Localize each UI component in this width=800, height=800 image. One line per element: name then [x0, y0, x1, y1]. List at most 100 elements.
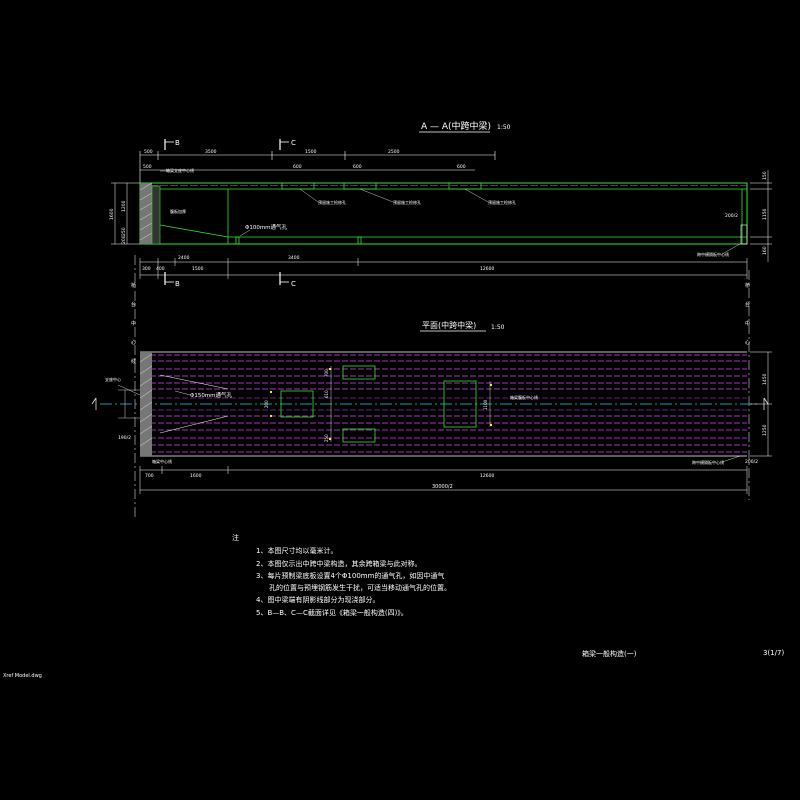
plan-haunch-top: [159, 374, 229, 390]
section-top-dim-2: 1500: [305, 149, 317, 155]
plan-title: 平面(中跨中梁): [422, 320, 476, 330]
file-name: Xref Model.dwg: [3, 673, 42, 679]
plan-inner-dim-2: 250: [324, 434, 329, 442]
sheet-number: 3(1/7): [763, 649, 785, 657]
notes-block: 注 1、本图尺寸均以毫米计。 2、本图仅示出中跨中梁构造，其余跨箱梁与此对称。 …: [232, 532, 592, 619]
section-bottom-dim-5: 12600: [480, 266, 494, 272]
section-label-hole3: 预留施工检修孔: [488, 199, 516, 205]
plan-inner-dim-0: 700: [324, 369, 329, 377]
plan-inner-dim-4: 1100: [483, 399, 488, 410]
cut-c-top-label: C: [291, 139, 296, 147]
section-left-dim-3: 200: [121, 235, 127, 244]
plan-total-dim: 30000/2: [432, 484, 453, 490]
section-top-dim-1: 3500: [205, 149, 217, 155]
section-right-dim-0: 150: [762, 171, 768, 180]
section-cast-end: [140, 183, 152, 244]
section-label-midspan: 跨中横隔板中心线: [697, 251, 729, 257]
section-sub-dim-0: 600: [293, 164, 302, 170]
section-sub-dim-1: 600: [353, 164, 362, 170]
notes-title: 注: [232, 534, 239, 542]
plan-label-midspan: 跨中横隔板中心线: [692, 459, 724, 465]
leader: [359, 188, 394, 203]
plan-view: 平面(中跨中梁) 1:50 700 610 250 200 1100 支座中心 …: [91, 320, 772, 494]
plan-label-side: 190/2: [118, 435, 131, 441]
sheet-title: 箱梁一般构造(一): [582, 650, 637, 658]
plan-cast-end: [140, 352, 152, 456]
section-bottom-dim-4: 3400: [288, 255, 300, 261]
cut-c-bottom-label: C: [291, 280, 296, 288]
vertical-text-r3: 心: [745, 339, 750, 346]
section-label-vent: Φ100mm通气孔: [245, 223, 288, 231]
leader: [174, 390, 191, 396]
drawing-canvas: A — A(中跨中梁) 1:50 B B C C 500 3500 1500 2…: [91, 120, 772, 520]
vertical-text-0: 桥: [131, 282, 136, 289]
note-4: 4、图中梁端有阴影线部分为现浇部分。: [256, 596, 380, 605]
vertical-center-text: 桥 台 中 心 线 桥 台 中 心: [131, 255, 750, 520]
note-3: 3、每片预制梁底板设置4个Φ100mm的通气孔，如因中通气: [256, 571, 445, 580]
plan-right-dim-0: 1450: [762, 373, 768, 385]
section-right-dim-2: 160: [762, 246, 768, 255]
vertical-text-r2: 中: [745, 320, 750, 327]
vertical-text-2: 中: [131, 320, 136, 327]
note-2: 2、本图仅示出中跨中梁构造，其余跨箱梁与此对称。: [256, 559, 422, 568]
plan-inner-dim-1: 610: [324, 390, 329, 398]
section-top-left-small: 500: [143, 164, 152, 170]
vertical-text-r1: 台: [745, 301, 750, 308]
section-label-support: 箱梁支座中心线: [166, 167, 194, 173]
section-title: A — A(中跨中梁): [421, 120, 491, 132]
section-left-dim-1: 1200: [121, 200, 127, 212]
cut-b-top-label: B: [175, 139, 180, 147]
vertical-text-1: 台: [131, 301, 136, 308]
section-scale: 1:50: [497, 124, 511, 131]
plan-right-dim-1: 1250: [762, 424, 768, 436]
section-bottom-dim-0: 300: [142, 266, 151, 272]
plan-hole-top: [342, 365, 376, 380]
plan-scale: 1:50: [491, 324, 505, 331]
section-hole-1: [281, 182, 315, 190]
section-hole-3: [448, 182, 482, 190]
section-bottom-dim-2: 2400: [178, 255, 190, 261]
section-view: A — A(中跨中梁) 1:50 B B C C 500 3500 1500 2…: [109, 120, 772, 288]
section-beam-outline: [139, 182, 748, 245]
section-vent-1: [235, 236, 240, 245]
plan-bottom-dim-2: 12600: [480, 473, 494, 479]
section-right-dim-1: 1150: [762, 208, 768, 220]
section-left-dim-2: 250: [121, 227, 127, 236]
plan-label-support: 支座中心: [105, 376, 121, 382]
section-left-dim-0: 1600: [109, 208, 115, 220]
section-hole-2: [343, 182, 377, 190]
section-top-dim-3: 2500: [388, 149, 400, 155]
section-right-dim-3: 200/2: [725, 213, 738, 219]
note-1: 1、本图尺寸均以毫米计。: [256, 547, 338, 556]
plan-label-bottom: 箱梁中心线: [152, 458, 172, 464]
note-5: 5、B—B、C—C截面详见《箱梁一般构造(四)》。: [256, 608, 408, 617]
vertical-text-3: 心: [131, 339, 136, 346]
section-label-hole2: 预留施工检修孔: [393, 199, 421, 205]
plan-hole-bottom: [342, 428, 376, 443]
plan-label-center: 箱梁腹板中心线: [510, 394, 538, 400]
leader: [299, 188, 319, 203]
section-haunch: [159, 224, 229, 238]
plan-bottom-dim-1: 1600: [190, 473, 202, 479]
leader: [721, 455, 741, 463]
plan-bottom-dim-0: 700: [145, 473, 154, 479]
plan-inner-dim-3: 200: [264, 400, 269, 408]
vertical-text-r0: 桥: [745, 282, 750, 289]
vertical-text-4: 线: [131, 358, 136, 365]
section-top-dim-0: 500: [144, 149, 153, 155]
note-3-cont: 孔的位置与预埋钢筋发生干扰，可适当移动通气孔的位置。: [269, 584, 451, 593]
plan-pink-lines: [150, 354, 747, 453]
section-bearing: [151, 185, 161, 245]
cut-b-bottom-label: B: [175, 280, 180, 288]
leader: [721, 243, 741, 255]
section-label-web: 腹板加厚: [170, 208, 186, 214]
section-label-hole1: 预留施工检修孔: [318, 199, 346, 205]
plan-a-arrow-left: [91, 397, 97, 410]
section-sub-dim-2: 600: [457, 164, 466, 170]
plan-haunch-bottom: [159, 415, 229, 434]
section-vent-2: [357, 236, 362, 245]
section-bottom-dim-3: 1500: [192, 266, 204, 272]
leader: [464, 188, 489, 203]
plan-right-dim-2: 200/2: [745, 459, 758, 465]
section-bottom-dim-1: 400: [156, 266, 165, 272]
